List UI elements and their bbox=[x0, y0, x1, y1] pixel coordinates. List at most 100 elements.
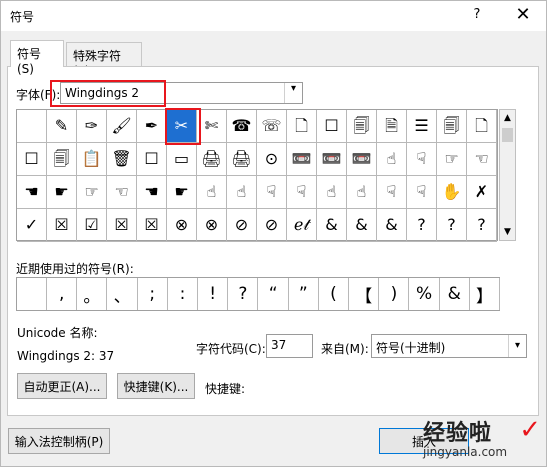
help-button[interactable]: ? bbox=[469, 7, 485, 22]
symbol-cell[interactable]: ☞ bbox=[437, 143, 467, 176]
symbol-cell[interactable]: ☝ bbox=[377, 143, 407, 176]
symbol-cell[interactable]: 📼 bbox=[317, 143, 347, 176]
recent-symbol-cell[interactable]: ! bbox=[198, 278, 229, 310]
font-label: 字体(F): bbox=[16, 88, 61, 102]
from-select[interactable]: 符号(十进制) ▾ bbox=[371, 334, 527, 358]
close-button[interactable]: ✕ bbox=[511, 4, 535, 26]
symbol-cell[interactable]: & bbox=[377, 209, 407, 242]
recent-symbol-cell[interactable]: & bbox=[440, 278, 470, 310]
symbol-cell[interactable]: 📋 bbox=[77, 143, 107, 176]
symbol-cell[interactable]: 🗎 bbox=[377, 110, 407, 143]
symbol-cell[interactable]: 🗋 bbox=[287, 110, 317, 143]
symbol-cell[interactable]: ☎ bbox=[227, 110, 257, 143]
symbol-cell[interactable]: ✋ bbox=[437, 176, 467, 209]
ime-control-button[interactable]: 输入法控制柄(P) bbox=[8, 428, 110, 454]
symbol-cell[interactable]: ✑ bbox=[77, 110, 107, 143]
symbol-cell[interactable]: ☚ bbox=[17, 176, 47, 209]
recent-symbol-cell[interactable]: ; bbox=[138, 278, 168, 310]
symbol-cell[interactable]: ⊗ bbox=[197, 209, 227, 242]
dialog-title: 符号 bbox=[10, 10, 35, 24]
tab-special-characters[interactable]: 特殊字符(P) bbox=[66, 42, 142, 78]
symbol-cell[interactable]: ☛ bbox=[167, 176, 197, 209]
symbol-cell[interactable]: ☟ bbox=[377, 176, 407, 209]
symbol-cell[interactable]: ☜ bbox=[107, 176, 137, 209]
symbol-cell[interactable]: ☝ bbox=[197, 176, 227, 209]
symbol-cell[interactable]: ☞ bbox=[77, 176, 107, 209]
symbol-cell[interactable]: ⊘ bbox=[227, 209, 257, 242]
symbol-cell[interactable]: ✂ bbox=[167, 110, 197, 143]
recent-symbol-cell[interactable]: % bbox=[410, 278, 440, 310]
recent-symbol-cell[interactable] bbox=[17, 278, 47, 310]
symbol-cell[interactable]: ☒ bbox=[137, 209, 167, 242]
symbol-cell[interactable]: 📼 bbox=[287, 143, 317, 176]
autocorrect-button[interactable]: 自动更正(A)... bbox=[17, 373, 107, 399]
symbol-cell[interactable]: ? bbox=[437, 209, 467, 242]
symbol-cell[interactable]: ☛ bbox=[47, 176, 77, 209]
symbol-cell[interactable]: ✗ bbox=[467, 176, 497, 209]
symbol-cell[interactable]: & bbox=[317, 209, 347, 242]
symbol-cell[interactable]: ☟ bbox=[407, 143, 437, 176]
symbol-cell[interactable]: ✓ bbox=[17, 209, 47, 242]
from-value: 符号(十进制) bbox=[376, 341, 446, 355]
symbol-cell[interactable]: 📼 bbox=[347, 143, 377, 176]
symbol-cell[interactable]: ☑ bbox=[77, 209, 107, 242]
chevron-down-icon[interactable]: ▾ bbox=[508, 335, 526, 357]
symbol-cell[interactable]: ✄ bbox=[197, 110, 227, 143]
symbol-cell[interactable]: ☰ bbox=[407, 110, 437, 143]
symbol-cell[interactable] bbox=[17, 110, 47, 143]
recent-symbol-cell[interactable]: , bbox=[47, 278, 78, 310]
symbol-cell[interactable]: ⊗ bbox=[167, 209, 197, 242]
scroll-down-icon[interactable]: ▼ bbox=[500, 224, 515, 240]
symbol-cell[interactable]: ✒ bbox=[137, 110, 167, 143]
recent-symbol-cell[interactable]: 】 bbox=[470, 278, 500, 310]
symbol-cell[interactable]: & bbox=[347, 209, 377, 242]
symbol-cell[interactable]: 🗐 bbox=[437, 110, 467, 143]
symbol-cell[interactable]: ⊘ bbox=[257, 209, 287, 242]
symbol-cell[interactable]: ☟ bbox=[407, 176, 437, 209]
symbol-cell[interactable]: ⊙ bbox=[257, 143, 287, 176]
recent-symbol-cell[interactable]: ” bbox=[289, 278, 319, 310]
symbol-cell[interactable]: 🖨 bbox=[227, 143, 257, 176]
recent-symbol-cell[interactable]: 【 bbox=[349, 278, 380, 310]
recent-symbol-cell[interactable]: ) bbox=[379, 278, 410, 310]
symbol-cell[interactable]: ✎ bbox=[47, 110, 77, 143]
symbol-cell[interactable]: ☟ bbox=[287, 176, 317, 209]
symbol-cell[interactable]: ? bbox=[467, 209, 497, 242]
symbol-cell[interactable]: ☜ bbox=[467, 143, 497, 176]
symbol-cell[interactable]: 🗐 bbox=[347, 110, 377, 143]
recent-symbol-cell[interactable]: ? bbox=[228, 278, 259, 310]
symbol-cell[interactable]: 🗋 bbox=[467, 110, 497, 143]
shortcut-key-label: 快捷键: bbox=[205, 382, 246, 396]
symbol-cell[interactable]: 🖌 bbox=[107, 110, 137, 143]
symbol-cell[interactable]: ☒ bbox=[47, 209, 77, 242]
scroll-up-icon[interactable]: ▲ bbox=[500, 110, 515, 126]
symbol-cell[interactable]: ☐ bbox=[17, 143, 47, 176]
tab-symbols[interactable]: 符号(S) bbox=[10, 40, 64, 76]
chevron-down-icon[interactable]: ▾ bbox=[284, 83, 302, 103]
recent-symbol-cell[interactable]: ( bbox=[319, 278, 349, 310]
symbol-cell[interactable]: 🖨 bbox=[197, 143, 227, 176]
symbol-cell[interactable]: ☚ bbox=[137, 176, 167, 209]
symbol-grid-scrollbar[interactable]: ▲ ▼ bbox=[499, 109, 516, 241]
scroll-thumb[interactable] bbox=[502, 128, 513, 142]
symbol-cell[interactable]: ☐ bbox=[317, 110, 347, 143]
symbol-cell[interactable]: ☝ bbox=[347, 176, 377, 209]
recent-symbol-cell[interactable]: 、 bbox=[108, 278, 138, 310]
symbol-cell[interactable]: ☏ bbox=[257, 110, 287, 143]
symbol-cell[interactable]: ☐ bbox=[137, 143, 167, 176]
recent-symbol-cell[interactable]: 。 bbox=[77, 278, 108, 310]
char-code-input[interactable]: 37 bbox=[266, 334, 313, 358]
symbol-cell[interactable]: 🗑 bbox=[107, 143, 137, 176]
recent-symbol-cell[interactable]: “ bbox=[259, 278, 289, 310]
symbol-cell[interactable]: ☝ bbox=[317, 176, 347, 209]
shortcut-key-button[interactable]: 快捷键(K)... bbox=[117, 373, 195, 399]
recent-symbol-cell[interactable]: : bbox=[168, 278, 198, 310]
symbol-cell[interactable]: ℯ𝓉 bbox=[287, 209, 317, 242]
symbol-cell[interactable]: ? bbox=[407, 209, 437, 242]
font-select[interactable]: Wingdings 2 ▾ bbox=[60, 82, 303, 104]
symbol-cell[interactable]: ☝ bbox=[227, 176, 257, 209]
symbol-cell[interactable]: ☒ bbox=[107, 209, 137, 242]
symbol-cell[interactable]: 🗐 bbox=[47, 143, 77, 176]
symbol-cell[interactable]: ▭ bbox=[167, 143, 197, 176]
symbol-cell[interactable]: ☟ bbox=[257, 176, 287, 209]
